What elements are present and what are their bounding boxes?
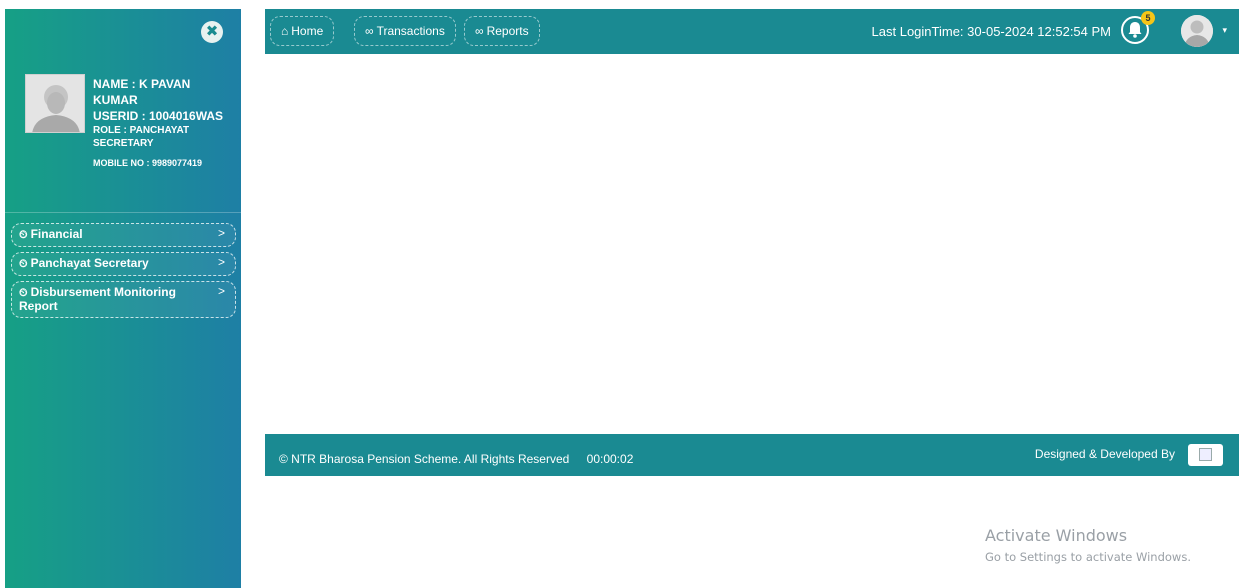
nav-reports[interactable]: ∞ Reports <box>464 16 540 46</box>
designed-by-text: Designed & Developed By <box>1034 447 1175 461</box>
nav-home-label: Home <box>291 24 324 38</box>
last-login-label: Last LoginTime: <box>871 24 964 39</box>
close-sidebar-icon[interactable]: ✖ <box>201 21 223 43</box>
nav-transactions-label: Transactions <box>376 24 445 38</box>
profile-mobile: MOBILE NO : 9989077419 <box>93 158 203 168</box>
profile-role: ROLE : PANCHAYAT SECRETARY <box>93 125 190 149</box>
sidebar-item-disbursement-monitoring-report[interactable]: ⏲ Disbursement Monitoring Report > <box>11 281 236 318</box>
sidebar-item-financial[interactable]: ⏲ Financial > <box>11 223 236 247</box>
profile-userid: USERID : 1004016WAS <box>93 109 224 123</box>
chevron-right-icon: > <box>217 255 225 269</box>
nav-home[interactable]: ⌂ Home <box>270 16 335 46</box>
user-menu-avatar[interactable] <box>1181 15 1213 47</box>
home-icon: ⌂ <box>281 24 289 38</box>
link-icon: ∞ <box>475 24 484 38</box>
watermark-subtitle: Go to Settings to activate Windows. <box>985 550 1191 564</box>
top-navbar: ⌂ Home ∞ Transactions ∞ Reports Last LoginT… <box>265 9 1239 54</box>
sidebar-item-label: Financial <box>30 227 83 241</box>
developer-logo <box>1188 444 1223 466</box>
dashboard-icon: ⏲ <box>19 229 28 241</box>
watermark-title: Activate Windows <box>985 526 1128 545</box>
session-timer: 00:00:02 <box>586 452 634 466</box>
user-profile: NAME : K PAVAN KUMAR USERID : 1004016WAS… <box>5 49 241 213</box>
copyright-text: © NTR Bharosa Pension Scheme. All Rights… <box>279 452 570 466</box>
dashboard-icon: ⏲ <box>19 287 28 299</box>
chevron-right-icon: > <box>217 226 225 240</box>
profile-avatar <box>25 74 85 133</box>
activate-windows-watermark: Activate Windows Go to Settings to activ… <box>985 526 1191 564</box>
last-login-time: Last LoginTime: 30-05-2024 12:52:54 PM <box>872 24 1111 39</box>
chevron-down-icon[interactable]: ▾ <box>1222 25 1227 36</box>
chevron-right-icon: > <box>217 284 225 298</box>
sidebar-menu: ⏲ Financial > ⏲ Panchayat Secretary > ⏲ Dis… <box>11 223 236 323</box>
link-icon: ∞ <box>365 24 374 38</box>
last-login-value: 30-05-2024 12:52:54 PM <box>967 24 1111 39</box>
sidebar-item-label: Panchayat Secretary <box>30 256 149 270</box>
nav-reports-label: Reports <box>486 24 529 38</box>
profile-name: NAME : K PAVAN KUMAR <box>93 77 191 107</box>
dashboard-icon: ⏲ <box>19 258 28 270</box>
footer: © NTR Bharosa Pension Scheme. All Rights… <box>265 434 1239 476</box>
sidebar-item-label: Disbursement Monitoring Report <box>19 285 176 313</box>
sidebar-item-panchayat-secretary[interactable]: ⏲ Panchayat Secretary > <box>11 252 236 276</box>
broken-image-icon <box>1199 448 1212 461</box>
notification-count-badge: 5 <box>1141 11 1155 25</box>
sidebar: ✖ NAME : K PAVAN KUMAR USERID : 1004016W… <box>5 9 241 588</box>
nav-transactions[interactable]: ∞ Transactions <box>354 16 456 46</box>
